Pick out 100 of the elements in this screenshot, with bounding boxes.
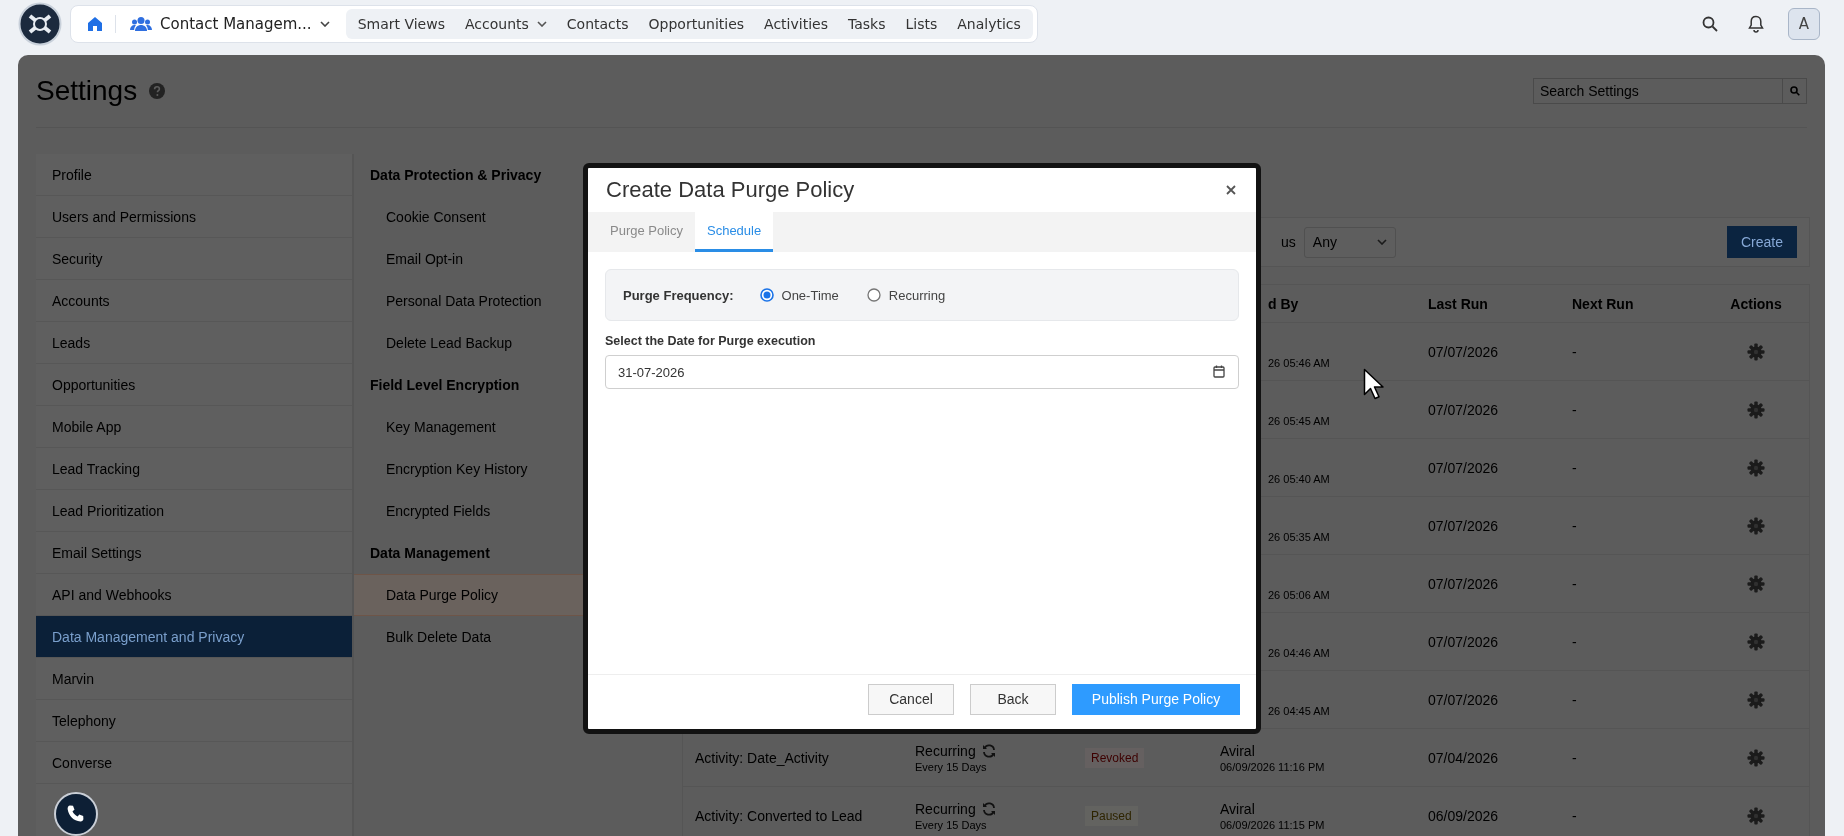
frequency-radio[interactable]: One-Time	[759, 287, 839, 303]
settings-category[interactable]: Accounts	[36, 280, 352, 322]
schedule-type: Recurring	[915, 742, 976, 759]
nav-menu-item[interactable]: Contacts	[556, 9, 639, 39]
nav-menu-item[interactable]: Smart Views	[347, 9, 455, 39]
last-run-date: 07/07/2026	[1428, 459, 1500, 476]
bell-icon	[1748, 15, 1764, 33]
settings-category[interactable]: Data Management and Privacy	[36, 616, 352, 658]
section-heading: Field Level Encryption	[369, 376, 521, 395]
app-switcher[interactable]: Contact Managem...	[126, 11, 338, 37]
dialog-title: Create Data Purge Policy	[606, 177, 855, 203]
last-run-date: 07/07/2026	[1428, 633, 1500, 650]
gear-icon[interactable]	[1747, 748, 1765, 767]
settings-subitem[interactable]: Email Opt-in	[354, 238, 585, 280]
radio-checked-icon	[759, 288, 774, 302]
created-time: 26 05:40 AM	[1268, 472, 1331, 485]
refresh-icon	[981, 801, 996, 816]
section-heading: Data Protection & Privacy	[369, 166, 543, 185]
last-run-date: 07/04/2026	[1428, 749, 1500, 766]
settings-subitem[interactable]: Key Management	[354, 406, 585, 448]
search-field[interactable]: Search Settings	[1533, 78, 1783, 104]
users-icon	[130, 16, 152, 32]
settings-subitem[interactable]: Cookie Consent	[354, 196, 585, 238]
next-run-date: -	[1572, 401, 1578, 418]
next-run-date: -	[1572, 343, 1578, 360]
frequency-radio[interactable]: Recurring	[866, 287, 946, 303]
page-title: Settings	[36, 75, 138, 107]
dialog-tab[interactable]: Purge Policy	[598, 212, 695, 252]
next-run-date: -	[1572, 459, 1578, 476]
gear-icon[interactable]	[1747, 342, 1765, 361]
settings-subitem[interactable]: Bulk Delete Data	[354, 616, 585, 658]
settings-subitem[interactable]: Personal Data Protection	[354, 280, 585, 322]
filter-label: us	[1281, 234, 1296, 250]
settings-category[interactable]: Converse	[36, 742, 352, 784]
column-header: Next Run	[1572, 295, 1634, 312]
search-icon	[1702, 16, 1718, 32]
created-time: 26 05:35 AM	[1268, 530, 1331, 543]
settings-subitem[interactable]: Encrypted Fields	[354, 490, 585, 532]
gear-icon[interactable]	[1747, 400, 1765, 419]
settings-category[interactable]: Marvin	[36, 658, 352, 700]
column-header: Actions	[1730, 295, 1782, 312]
next-run-date: -	[1572, 575, 1578, 592]
logo-icon	[18, 2, 62, 46]
settings-category[interactable]: Leads	[36, 322, 352, 364]
dialog-button[interactable]: Cancel	[868, 683, 954, 715]
policy-name: Activity: Converted to Lead	[695, 807, 864, 824]
settings-category[interactable]: Lead Prioritization	[36, 490, 352, 532]
refresh-icon	[981, 743, 996, 758]
gear-icon[interactable]	[1747, 458, 1765, 477]
created-time: 26 05:46 AM	[1268, 356, 1331, 369]
nav-menu-item[interactable]: Analytics	[947, 9, 1031, 39]
settings-subitem[interactable]: Data Purge Policy	[354, 574, 585, 616]
created-time: 06/09/2026 11:15 PM	[1220, 818, 1326, 831]
next-run-date: -	[1572, 633, 1578, 650]
policy-name: Activity: Date_Activity	[695, 749, 830, 766]
status-dropdown[interactable]: Any	[1303, 226, 1396, 258]
created-time: 26 05:45 AM	[1268, 414, 1331, 427]
created-time: 26 04:46 AM	[1268, 646, 1331, 659]
last-run-date: 07/07/2026	[1428, 343, 1500, 360]
last-run-date: 07/07/2026	[1428, 575, 1500, 592]
close-icon	[1226, 185, 1236, 195]
nav-menu-item[interactable]: Opportunities	[638, 9, 755, 39]
last-run-date: 07/07/2026	[1428, 517, 1500, 534]
settings-subitem[interactable]: Delete Lead Backup	[354, 322, 585, 364]
nav-menu-item[interactable]: Lists	[895, 9, 948, 39]
create-button[interactable]: Create	[1727, 226, 1797, 258]
nav-menu-item[interactable]: Tasks	[837, 9, 896, 39]
avatar-button[interactable]: A	[1788, 8, 1820, 40]
gear-icon[interactable]	[1747, 574, 1765, 593]
settings-category[interactable]: Telephony	[36, 700, 352, 742]
last-run-date: 06/09/2026	[1428, 807, 1500, 824]
pointer-cursor-icon	[1363, 368, 1385, 400]
settings-category[interactable]: Mobile App	[36, 406, 352, 448]
dialog-tab[interactable]: Schedule	[695, 212, 774, 252]
dialog-button[interactable]: Back	[970, 683, 1056, 715]
settings-category[interactable]: Profile	[36, 154, 352, 196]
settings-category[interactable]: Opportunities	[36, 364, 352, 406]
gear-icon[interactable]	[1747, 632, 1765, 651]
gear-icon[interactable]	[1747, 806, 1765, 825]
last-run-date: 07/07/2026	[1428, 691, 1500, 708]
settings-category[interactable]: Users and Permissions	[36, 196, 352, 238]
created-time: 26 04:45 AM	[1268, 704, 1331, 717]
calendar-icon	[1213, 365, 1225, 378]
date-field[interactable]: 31-07-2026	[605, 355, 1239, 389]
phone-icon	[66, 804, 86, 824]
field-label: Select the Date for Purge execution	[605, 334, 817, 348]
settings-category[interactable]: Lead Tracking	[36, 448, 352, 490]
chevron-down-icon	[319, 21, 330, 27]
settings-category[interactable]: Security	[36, 238, 352, 280]
gear-icon[interactable]	[1747, 690, 1765, 709]
settings-category[interactable]: Email Settings	[36, 532, 352, 574]
nav-menu-item[interactable]: Activities	[754, 9, 838, 39]
nav-menu-item[interactable]: Accounts	[454, 9, 557, 39]
radio-icon	[866, 288, 881, 302]
column-header: Last Run	[1428, 295, 1488, 312]
publish-button[interactable]: Publish Purge Policy	[1072, 683, 1240, 715]
next-run-date: -	[1572, 807, 1578, 824]
settings-subitem[interactable]: Encryption Key History	[354, 448, 585, 490]
chevron-down-icon	[536, 21, 547, 27]
gear-icon[interactable]	[1747, 516, 1765, 535]
